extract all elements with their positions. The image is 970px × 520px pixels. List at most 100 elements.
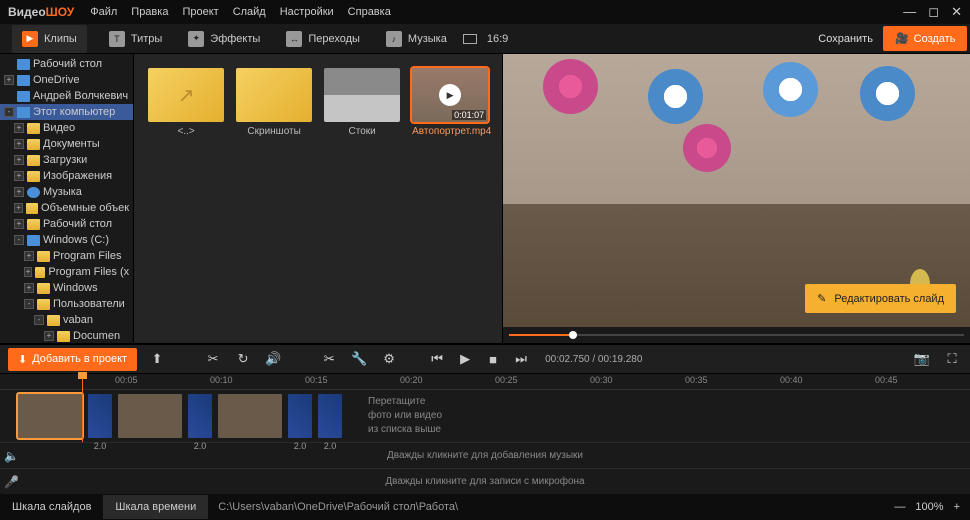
time-scale-tab[interactable]: Шкала времени [103,495,208,519]
ruler-mark: 00:30 [590,375,613,385]
slides-scale-tab[interactable]: Шкала слайдов [0,495,103,519]
tree-item[interactable]: -Этот компьютер [0,104,133,120]
file-thumb[interactable]: ▶0:01:07Автопортрет.mp4 [412,68,488,137]
menu-settings[interactable]: Настройки [280,6,334,18]
menu-edit[interactable]: Правка [131,6,168,18]
zoom-controls: — 100% + [884,501,970,513]
tree-item[interactable]: +Windows [0,280,133,296]
speaker-icon[interactable]: 🔈 [4,449,19,463]
file-browser: ↗<..>СкриншотыСтоки▶0:01:07Автопортрет.m… [134,54,503,343]
tree-item[interactable]: +OneDrive [0,72,133,88]
playhead-line [82,374,83,442]
decoration [683,124,731,172]
tree-item[interactable]: Рабочий стол [0,56,133,72]
music-track[interactable]: 🔈 Дважды кликните для добавления музыки [0,442,970,468]
decoration [860,66,915,121]
tab-music[interactable]: ♪Музыка [376,25,457,53]
file-thumb[interactable]: Стоки [324,68,400,137]
tab-transitions[interactable]: ↔Переходы [276,25,370,53]
ruler-mark: 00:35 [685,375,708,385]
transition-clip[interactable]: 2.0 [288,394,312,438]
maximize-icon[interactable]: ◻ [928,4,939,20]
tab-effects[interactable]: ✦Эффекты [178,25,270,53]
tree-item[interactable]: -Пользователи [0,296,133,312]
playback-controls: ⏮ ▶ ■ ⏭ 00:02.750 / 00:19.280 [427,349,642,369]
ruler-mark: 00:25 [495,375,518,385]
save-button[interactable]: Сохранить [818,33,873,45]
tabbar: ▶Клипы TТитры ✦Эффекты ↔Переходы ♪Музыка… [0,24,970,54]
add-to-project-button[interactable]: ⬇Добавить в проект [8,348,137,371]
timeline-ruler[interactable]: 00:0500:1000:1500:2000:2500:3000:3500:40… [0,374,970,390]
rotate-icon[interactable]: ↻ [233,349,253,369]
tree-item[interactable]: +Объемные объек [0,200,133,216]
tree-item[interactable]: +Загрузки [0,152,133,168]
zoom-out-icon[interactable]: — [894,501,905,513]
menu-slide[interactable]: Слайд [233,6,266,18]
transition-clip[interactable]: 2.0 [318,394,342,438]
tree-item[interactable]: +Документы [0,136,133,152]
gear-icon[interactable]: ⚙ [379,349,399,369]
edit-slide-button[interactable]: ✎Редактировать слайд [805,284,956,313]
play-icon[interactable]: ▶ [455,349,475,369]
volume-icon[interactable]: 🔊 [263,349,283,369]
tree-item[interactable]: +Видео [0,120,133,136]
file-thumb[interactable]: ↗<..> [148,68,224,137]
decoration [543,59,598,114]
preview-canvas[interactable]: ✎Редактировать слайд [503,54,970,327]
transition-icon: ↔ [286,31,302,47]
aspect-label[interactable]: 16:9 [487,33,508,45]
video-track[interactable]: 2.0 2.0 2.0 2.0 Перетащитефото или видео… [0,390,970,442]
file-thumb[interactable]: Скриншоты [236,68,312,137]
mic-track[interactable]: 🎤 Дважды кликните для записи с микрофона [0,468,970,494]
music-icon: ♪ [386,31,402,47]
preview-seekbar[interactable] [509,331,964,339]
snapshot-icon[interactable]: 📷 [912,349,932,369]
status-path: C:\Users\vaban\OneDrive\Рабочий стол\Раб… [208,501,884,513]
tree-item[interactable]: -Windows (C:) [0,232,133,248]
timeline-toolbar: ⬇Добавить в проект ⬆ ✂ ↻ 🔊 ✂̵ 🔧 ⚙ ⏮ ▶ ■ … [0,344,970,374]
sparkle-icon: ✦ [188,31,204,47]
menu-file[interactable]: Файл [90,6,117,18]
tree-item[interactable]: +Рабочий стол [0,216,133,232]
wrench-icon[interactable]: 🔧 [349,349,369,369]
minimize-icon[interactable]: — [903,4,916,20]
timeline-clip[interactable] [118,394,182,438]
create-button[interactable]: 🎥Создать [883,26,968,51]
mic-icon[interactable]: 🎤 [4,475,19,489]
tab-titles[interactable]: TТитры [99,25,172,53]
titlebar: ВидеоШОУ Файл Правка Проект Слайд Настро… [0,0,970,24]
tree-item[interactable]: +Documen [0,328,133,343]
tree-item[interactable]: +Program Files (x [0,264,133,280]
transition-clip[interactable]: 2.0 [188,394,212,438]
tree-item[interactable]: +Музыка [0,184,133,200]
transition-clip[interactable]: 2.0 [88,394,112,438]
tree-item[interactable]: Андрей Волчкевич [0,88,133,104]
tree-item[interactable]: +Изображения [0,168,133,184]
text-icon: T [109,31,125,47]
preview-panel: ✎Редактировать слайд [503,54,970,343]
workspace: Рабочий стол+OneDriveАндрей Волчкевич-Эт… [0,54,970,344]
next-icon[interactable]: ⏭ [511,349,531,369]
crop-icon[interactable]: ✂̵ [319,349,339,369]
tab-clips[interactable]: ▶Клипы [12,25,87,53]
main-menu: Файл Правка Проект Слайд Настройки Справ… [90,6,391,18]
menu-project[interactable]: Проект [182,6,218,18]
fullscreen-icon[interactable]: ⛶ [942,349,962,369]
close-icon[interactable]: ✕ [951,4,962,20]
timeline-clip[interactable] [218,394,282,438]
stop-icon[interactable]: ■ [483,349,503,369]
tree-item[interactable]: +Program Files [0,248,133,264]
prev-icon[interactable]: ⏮ [427,349,447,369]
ruler-mark: 00:45 [875,375,898,385]
play-icon: ▶ [22,31,38,47]
timeline-clip[interactable] [18,394,82,438]
upload-icon[interactable]: ⬆ [147,349,167,369]
tree-item[interactable]: -vaban [0,312,133,328]
zoom-in-icon[interactable]: + [954,501,960,513]
cut-icon[interactable]: ✂ [203,349,223,369]
ruler-mark: 00:10 [210,375,233,385]
window-controls: — ◻ ✕ [903,4,962,20]
aspect-icon [463,34,477,44]
folder-tree[interactable]: Рабочий стол+OneDriveАндрей Волчкевич-Эт… [0,54,134,343]
menu-help[interactable]: Справка [348,6,391,18]
